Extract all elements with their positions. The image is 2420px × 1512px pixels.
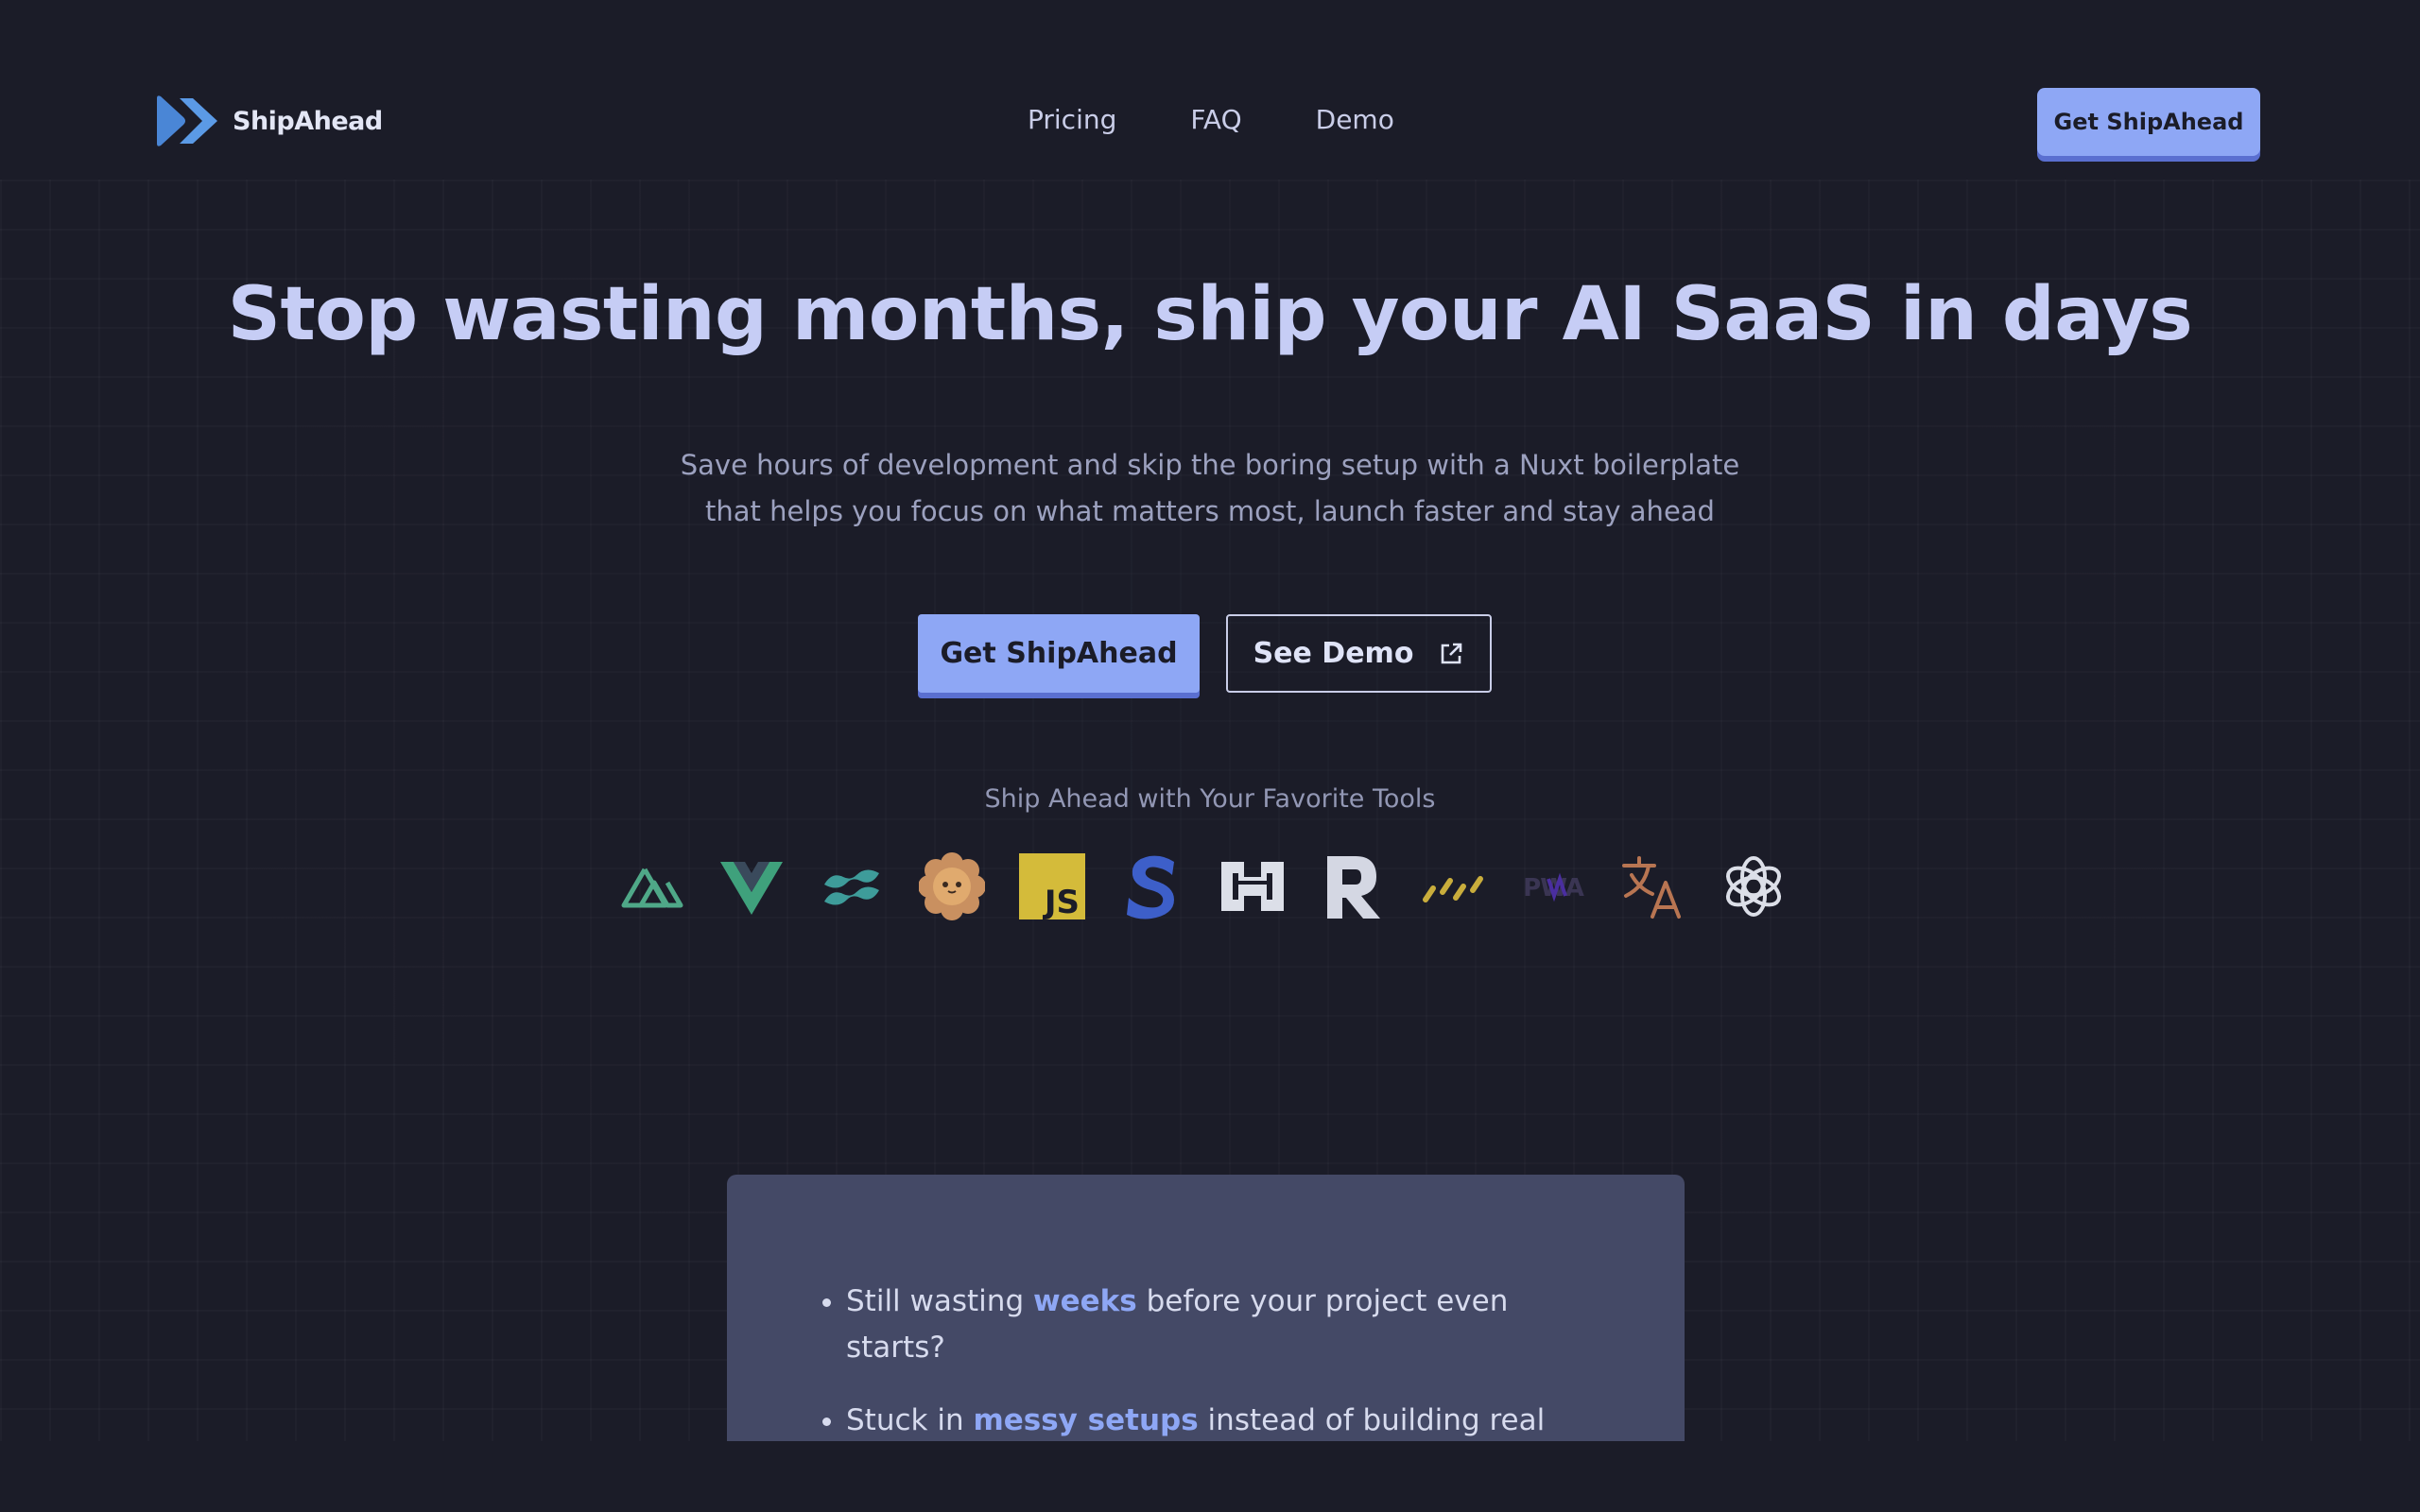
pain-point-text: Stuck in: [846, 1403, 974, 1437]
pain-point-text: instead of building real: [1198, 1403, 1546, 1437]
tools-label: Ship Ahead with Your Favorite Tools: [984, 784, 1436, 814]
drizzle-icon: [1420, 852, 1486, 920]
hero-button-group: Get ShipAhead See Demo: [918, 614, 1492, 693]
hono-icon: [1219, 852, 1286, 920]
nav-link-faq[interactable]: FAQ: [1190, 104, 1241, 135]
hero-subtitle-line-1: Save hours of development and skip the b…: [680, 449, 1740, 481]
pain-point-text: Still wasting: [846, 1284, 1033, 1318]
pain-point-item: Still wasting weeks before your project …: [822, 1279, 1564, 1371]
double-chevron-logo-icon: [157, 95, 217, 146]
see-demo-button[interactable]: See Demo: [1226, 614, 1492, 693]
tools-icon-row: JS PWA: [618, 852, 1787, 920]
hero-subtitle-line-2: that helps you focus on what matters mos…: [705, 495, 1715, 527]
openai-icon: [1720, 852, 1787, 920]
brand-name: ShipAhead: [233, 106, 383, 136]
vue-icon: [718, 852, 785, 920]
pain-point-highlight: weeks: [1032, 1284, 1137, 1318]
pain-point-highlight: messy setups: [973, 1403, 1199, 1437]
pain-points-list: Still wasting weeks before your project …: [822, 1279, 1564, 1441]
hero-title: Stop wasting months, ship your AI SaaS i…: [227, 272, 2193, 357]
javascript-icon-text: JS: [1043, 884, 1080, 920]
main-nav: Pricing FAQ Demo: [1028, 104, 1394, 135]
i18n-icon: [1620, 852, 1686, 920]
see-demo-label: See Demo: [1253, 637, 1414, 670]
pwa-icon: PWA: [1520, 852, 1586, 920]
external-link-icon: [1442, 643, 1462, 663]
nav-link-demo[interactable]: Demo: [1316, 104, 1394, 135]
tailwind-icon: [819, 852, 885, 920]
stripe-icon: [1119, 852, 1185, 920]
pain-points-card: Still wasting weeks before your project …: [727, 1175, 1685, 1441]
nav-link-pricing[interactable]: Pricing: [1028, 104, 1116, 135]
bottom-band: [0, 1441, 2420, 1512]
resend-icon: [1320, 852, 1386, 920]
header-get-shipahead-button[interactable]: Get ShipAhead: [2037, 88, 2260, 156]
site-header: ShipAhead Pricing FAQ Demo Get ShipAhead: [0, 0, 2420, 180]
pain-point-item: Stuck in messy setups instead of buildin…: [822, 1398, 1564, 1441]
nuxt-icon: [618, 852, 684, 920]
daisyui-icon: [919, 852, 985, 920]
javascript-icon: JS: [1019, 852, 1085, 920]
hero-subtitle: Save hours of development and skip the b…: [0, 442, 2420, 535]
landing-page: ShipAhead Pricing FAQ Demo Get ShipAhead…: [0, 0, 2420, 1512]
hero-get-shipahead-button[interactable]: Get ShipAhead: [918, 614, 1200, 693]
brand-logo-link[interactable]: ShipAhead: [155, 94, 383, 147]
